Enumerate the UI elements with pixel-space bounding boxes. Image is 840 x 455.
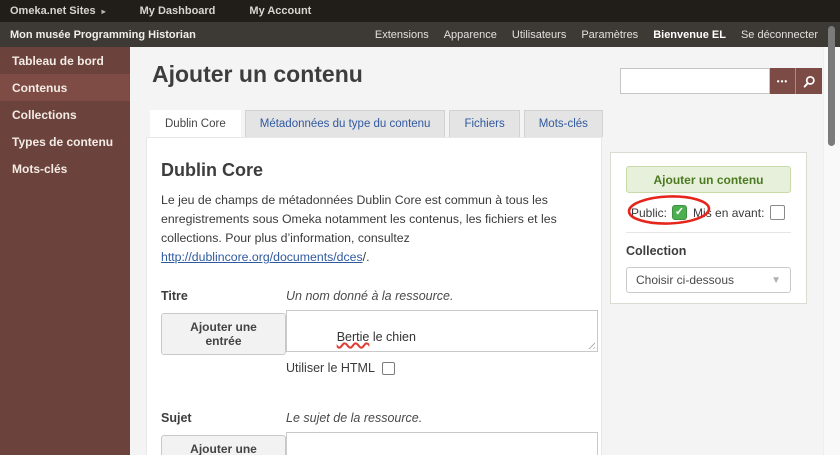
welcome-user[interactable]: Bienvenue EL	[653, 29, 726, 41]
tab-mots-cles[interactable]: Mots-clés	[523, 110, 603, 137]
sidebar-item-types-de-contenu[interactable]: Types de contenu	[0, 128, 130, 155]
omeka-admin-app: Omeka.net Sites ▸ My Dashboard My Accoun…	[0, 0, 840, 455]
adminbar: Mon musée Programming Historian Extensio…	[0, 22, 840, 47]
sidebar-item-tableau-de-bord[interactable]: Tableau de bord	[0, 47, 130, 74]
field-titre-description: Un nom donné à la ressource.	[286, 289, 454, 304]
sidebar-item-mots-cles[interactable]: Mots-clés	[0, 155, 130, 182]
search-icon	[803, 75, 815, 88]
my-account-link[interactable]: My Account	[249, 5, 311, 17]
add-entry-button-titre[interactable]: Ajouter une entrée	[161, 313, 286, 356]
ellipsis-icon: •••	[776, 76, 789, 86]
main-content: Ajouter un contenu ••• Dublin Core Métad…	[130, 47, 840, 455]
dublin-core-panel: Dublin Core Le jeu de champs de métadonn…	[146, 137, 602, 455]
titre-html-row: Utiliser le HTML	[286, 361, 598, 375]
sidebar: Tableau de bord Contenus Collections Typ…	[0, 47, 130, 455]
field-sujet-left: Sujet Ajouter une entrée	[161, 411, 286, 455]
dc-title-value: Bertie le chien	[336, 330, 416, 345]
nav-apparence[interactable]: Apparence	[444, 29, 497, 41]
titre-html-checkbox[interactable]	[381, 361, 395, 375]
dublincore-link[interactable]: http://dublincore.org/documents/dces	[161, 250, 363, 264]
visibility-row: Public: ✓ Mis en avant:	[626, 205, 791, 220]
tab-bar: Dublin Core Métadonnées du type du conte…	[150, 110, 607, 137]
search-button[interactable]	[796, 68, 822, 94]
collection-heading: Collection	[626, 244, 687, 258]
field-sujet-description: Le sujet de la ressource.	[286, 411, 423, 426]
checkmark-icon: ✓	[674, 206, 685, 218]
panel-description-text: Le jeu de champs de métadonnées Dublin C…	[161, 193, 557, 246]
advanced-search-button[interactable]: •••	[770, 68, 796, 94]
save-panel: Ajouter un contenu Public: ✓ Mis en avan…	[610, 152, 807, 304]
page-title: Ajouter un contenu	[152, 61, 363, 87]
field-titre: Titre Ajouter une entrée Un nom donné à …	[161, 289, 601, 375]
sidebar-item-contenus[interactable]: Contenus	[0, 74, 130, 101]
nav-parametres[interactable]: Paramètres	[581, 29, 638, 41]
scrollbar-thumb[interactable]	[828, 26, 835, 146]
collection-select-value: Choisir ci-dessous	[636, 273, 735, 287]
field-titre-left: Titre Ajouter une entrée	[161, 289, 286, 375]
my-dashboard-link[interactable]: My Dashboard	[140, 5, 216, 17]
save-panel-divider	[626, 232, 791, 233]
tab-metadonnees-type[interactable]: Métadonnées du type du contenu	[244, 110, 446, 137]
chevron-down-icon: ▼	[771, 274, 781, 286]
tab-dublin-core[interactable]: Dublin Core	[150, 110, 241, 137]
site-title[interactable]: Mon musée Programming Historian	[10, 29, 196, 41]
featured-label: Mis en avant:	[693, 205, 765, 220]
public-label: Public:	[631, 205, 668, 220]
add-entry-button-sujet[interactable]: Ajouter une entrée	[161, 435, 286, 455]
field-titre-right: Un nom donné à la ressource. Bertie le c…	[286, 289, 601, 375]
public-checkbox[interactable]: ✓	[672, 205, 688, 220]
resize-handle-icon[interactable]	[586, 340, 595, 350]
logout-link[interactable]: Se déconnecter	[741, 29, 818, 41]
titre-textarea[interactable]: Bertie le chien	[286, 310, 598, 353]
omeka-sites-label: Omeka.net Sites	[10, 5, 96, 17]
search-bar: •••	[620, 68, 822, 94]
sidebar-item-collections[interactable]: Collections	[0, 101, 130, 128]
search-input[interactable]	[620, 68, 770, 94]
field-titre-label: Titre	[161, 289, 188, 304]
caret-right-icon: ▸	[101, 6, 106, 16]
field-sujet: Sujet Ajouter une entrée Le sujet de la …	[161, 411, 601, 455]
panel-heading: Dublin Core	[161, 160, 263, 180]
panel-description-tail: /.	[362, 250, 370, 265]
nav-utilisateurs[interactable]: Utilisateurs	[512, 29, 566, 41]
nav-extensions[interactable]: Extensions	[375, 29, 429, 41]
sujet-textarea[interactable]	[286, 432, 598, 455]
topbar: Omeka.net Sites ▸ My Dashboard My Accoun…	[0, 0, 840, 22]
field-sujet-right: Le sujet de la ressource. Utiliser le HT…	[286, 411, 601, 455]
collection-select[interactable]: Choisir ci-dessous ▼	[626, 267, 791, 293]
tab-fichiers[interactable]: Fichiers	[449, 110, 520, 137]
omeka-sites-menu[interactable]: Omeka.net Sites ▸	[10, 5, 106, 17]
featured-checkbox[interactable]	[770, 205, 786, 220]
field-sujet-label: Sujet	[161, 411, 192, 426]
submit-button[interactable]: Ajouter un contenu	[626, 166, 791, 193]
panel-description: Le jeu de champs de métadonnées Dublin C…	[161, 191, 601, 267]
